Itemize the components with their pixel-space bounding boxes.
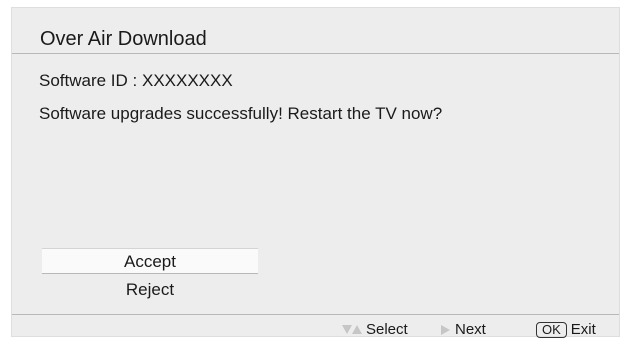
title-divider [12,53,619,54]
exit-hint-label: Exit [570,321,596,338]
select-hint-label: Select [366,321,408,338]
reject-button[interactable]: Reject [42,279,258,305]
footer-divider [12,314,619,315]
next-hint: Next [441,321,486,338]
right-arrow-icon [441,324,450,335]
up-down-arrow-icon [342,325,366,334]
ota-dialog: Over Air Download Software ID : XXXXXXXX… [11,7,620,338]
upgrade-message: Software upgrades successfully! Restart … [39,104,443,123]
dialog-title: Over Air Download [40,28,207,50]
exit-hint: OK Exit [536,321,596,338]
software-id-text: Software ID : XXXXXXXX [39,71,233,90]
ok-key-icon: OK [536,321,567,338]
accept-button[interactable]: Accept [42,248,258,274]
select-hint: Select [342,321,408,338]
next-hint-label: Next [455,321,486,338]
